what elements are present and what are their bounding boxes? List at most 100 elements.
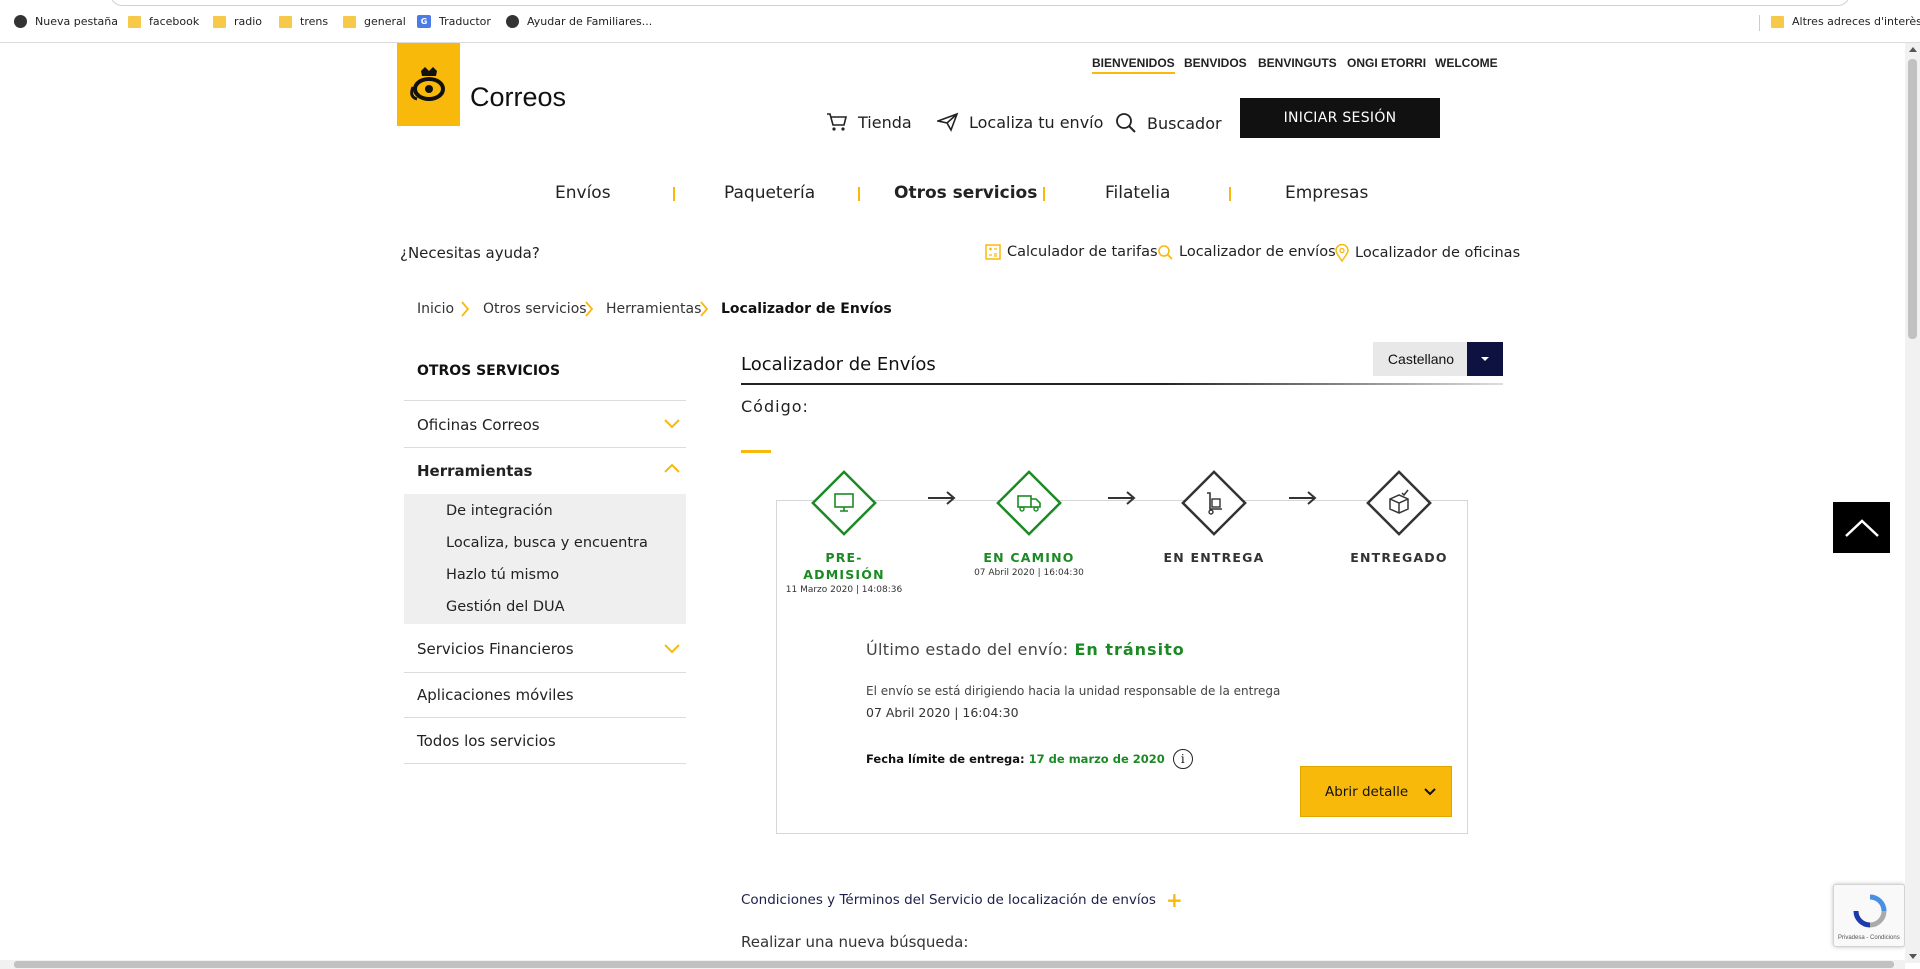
sidebar-item-apps[interactable]: Aplicaciones móviles bbox=[417, 686, 574, 704]
recaptcha-icon bbox=[1853, 894, 1887, 928]
breadcrumb-current: Localizador de Envíos bbox=[721, 301, 892, 317]
sidebar-divider bbox=[404, 717, 686, 718]
info-icon[interactable]: i bbox=[1172, 749, 1193, 769]
sidebar-divider bbox=[404, 447, 686, 448]
nav-envios[interactable]: Envíos bbox=[555, 183, 611, 203]
bookmark-ayudar[interactable]: Ayudar de Familiares... bbox=[506, 15, 652, 28]
back-to-top-button[interactable] bbox=[1833, 502, 1890, 553]
globe-icon bbox=[506, 15, 519, 28]
estado-date: 07 Abril 2020 | 16:04:30 bbox=[866, 705, 1019, 720]
sidebar-sub-dua[interactable]: Gestión del DUA bbox=[446, 599, 565, 615]
sidebar-divider bbox=[404, 672, 686, 673]
help-question[interactable]: ¿Necesitas ayuda? bbox=[400, 244, 540, 262]
step-en-camino: EN CAMINO 07 Abril 2020 | 16:04:30 bbox=[969, 469, 1089, 578]
nav-separator bbox=[1229, 187, 1231, 201]
step-label: EN ENTREGA bbox=[1163, 550, 1265, 565]
chevron-right-icon bbox=[461, 301, 470, 317]
scroll-up-arrow[interactable] bbox=[1909, 47, 1917, 52]
plus-icon: + bbox=[1165, 888, 1183, 912]
vertical-scrollbar[interactable] bbox=[1905, 43, 1920, 963]
fecha-limite: Fecha límite de entrega: 17 de marzo de … bbox=[866, 749, 1193, 769]
sidebar-item-herramientas[interactable]: Herramientas bbox=[417, 462, 533, 480]
scrollbar-thumb[interactable] bbox=[14, 961, 1894, 968]
breadcrumb-herramientas[interactable]: Herramientas bbox=[606, 301, 701, 317]
calculator-icon bbox=[985, 244, 1001, 260]
bookmarks-bar: Nueva pestaña facebook radio trens gener… bbox=[0, 0, 1920, 43]
breadcrumb-otros-servicios[interactable]: Otros servicios bbox=[483, 301, 587, 317]
localiza-envio-link[interactable]: Localiza tu envío bbox=[937, 112, 1103, 132]
nav-separator bbox=[858, 187, 860, 201]
ultimo-estado: Último estado del envío: En tránsito bbox=[866, 640, 1185, 659]
lang-benvidos[interactable]: BENVIDOS bbox=[1184, 56, 1247, 70]
nav-paqueteria[interactable]: Paquetería bbox=[724, 183, 815, 203]
estado-description: El envío se está dirigiendo hacia la uni… bbox=[866, 684, 1281, 698]
bookmark-traductor[interactable]: G Traductor bbox=[417, 15, 491, 28]
bookmark-facebook[interactable]: facebook bbox=[128, 15, 199, 28]
scrollbar-thumb[interactable] bbox=[1908, 59, 1917, 339]
translate-icon: G bbox=[417, 15, 431, 28]
estado-value: En tránsito bbox=[1074, 640, 1185, 659]
step-entregado: ENTREGADO bbox=[1339, 469, 1459, 566]
localizador-envios-link[interactable]: Localizador de envíos bbox=[1157, 244, 1336, 260]
tienda-link[interactable]: Tienda bbox=[826, 112, 912, 132]
bookmark-nueva-pestana[interactable]: Nueva pestaña bbox=[14, 15, 118, 28]
sidebar-item-oficinas[interactable]: Oficinas Correos bbox=[417, 416, 540, 434]
buscador-link[interactable]: Buscador bbox=[1115, 112, 1222, 134]
lang-ongi-etorri[interactable]: ONGI ETORRI bbox=[1347, 56, 1426, 70]
truck-icon bbox=[996, 470, 1062, 536]
chevron-down-icon bbox=[1424, 787, 1436, 795]
fecha-limite-value: 17 de marzo de 2020 bbox=[1028, 752, 1165, 766]
title-underline bbox=[741, 383, 1503, 385]
step-date: 11 Marzo 2020 | 14:08:36 bbox=[785, 585, 903, 595]
chevron-down-icon[interactable] bbox=[663, 418, 681, 430]
scroll-down-arrow[interactable] bbox=[1909, 954, 1917, 959]
folder-icon bbox=[279, 15, 292, 28]
nav-empresas[interactable]: Empresas bbox=[1285, 183, 1368, 203]
cart-icon bbox=[827, 113, 848, 131]
logo-text: Correos bbox=[470, 82, 567, 112]
chevron-down-icon[interactable] bbox=[663, 643, 681, 655]
sidebar-item-financieros[interactable]: Servicios Financieros bbox=[417, 640, 574, 658]
lang-welcome[interactable]: WELCOME bbox=[1435, 56, 1498, 70]
calculador-tarifas-link[interactable]: Calculador de tarifas bbox=[985, 244, 1158, 260]
sidebar-sub-localiza[interactable]: Localiza, busca y encuentra bbox=[446, 535, 648, 551]
language-select-toggle[interactable] bbox=[1467, 342, 1503, 376]
lang-benvinguts[interactable]: BENVINGUTS bbox=[1258, 56, 1337, 70]
nav-separator bbox=[1043, 187, 1045, 201]
paper-plane-icon bbox=[937, 112, 959, 132]
correos-logo[interactable] bbox=[397, 43, 460, 126]
search-icon bbox=[1116, 113, 1136, 133]
bookmark-general[interactable]: general bbox=[343, 15, 406, 28]
sidebar-item-todos[interactable]: Todos los servicios bbox=[417, 732, 556, 750]
conditions-link[interactable]: Condiciones y Términos del Servicio de l… bbox=[741, 890, 1183, 910]
login-button[interactable]: INICIAR SESIÓN bbox=[1240, 98, 1440, 138]
folder-icon bbox=[1771, 15, 1784, 28]
breadcrumb-inicio[interactable]: Inicio bbox=[417, 301, 454, 317]
sidebar-divider bbox=[404, 400, 686, 401]
recaptcha-badge[interactable]: Privadesa - Condicions bbox=[1833, 884, 1905, 947]
lang-bienvenidos[interactable]: BIENVENIDOS bbox=[1092, 56, 1175, 74]
sidebar-sub-hazlo[interactable]: Hazlo tú mismo bbox=[446, 567, 559, 583]
chevron-right-icon bbox=[585, 301, 594, 317]
localizador-oficinas-link[interactable]: Localizador de oficinas bbox=[1335, 244, 1520, 262]
step-label: ENTREGADO bbox=[1350, 550, 1448, 565]
search-icon bbox=[1158, 245, 1173, 260]
box-check-icon bbox=[1366, 470, 1432, 536]
sidebar-sub-integracion[interactable]: De integración bbox=[446, 503, 553, 519]
caret-down-icon bbox=[1481, 357, 1489, 361]
abrir-detalle-button[interactable]: Abrir detalle bbox=[1300, 766, 1452, 817]
folder-icon bbox=[128, 15, 141, 28]
bookmark-radio[interactable]: radio bbox=[213, 15, 262, 28]
bookmark-trens[interactable]: trens bbox=[279, 15, 328, 28]
bookmark-other[interactable]: Altres adreces d'interès bbox=[1771, 15, 1920, 28]
language-select[interactable]: Castellano bbox=[1373, 342, 1469, 376]
monitor-icon bbox=[811, 470, 877, 536]
chevron-up-icon[interactable] bbox=[663, 462, 681, 474]
arrow-right-icon bbox=[1289, 491, 1317, 505]
nav-filatelia[interactable]: Filatelia bbox=[1105, 183, 1170, 203]
nav-otros-servicios[interactable]: Otros servicios bbox=[894, 183, 1037, 203]
step-label: PRE- ADMISIÓN bbox=[803, 550, 885, 582]
codigo-label: Código: bbox=[741, 397, 809, 416]
horizontal-scrollbar[interactable] bbox=[0, 960, 1905, 969]
arrow-right-icon bbox=[928, 491, 956, 505]
